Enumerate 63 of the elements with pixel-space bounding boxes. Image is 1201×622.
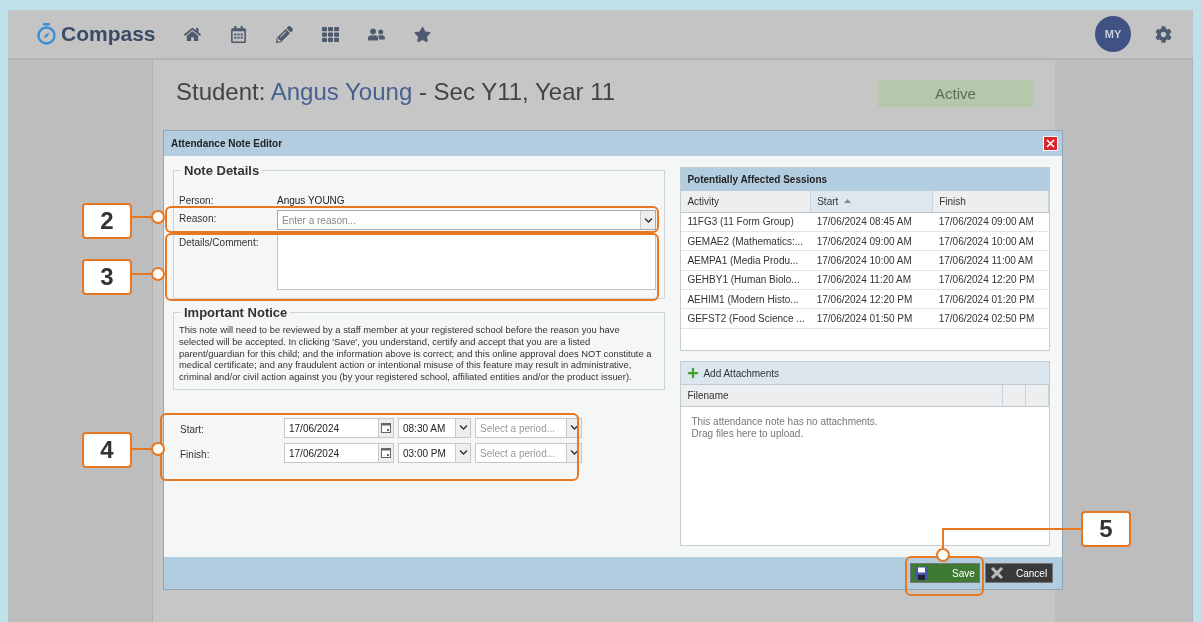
settings-icon[interactable] — [1153, 25, 1173, 43]
table-cell: 17/06/2024 09:00 AM — [932, 212, 1049, 232]
status-badge: Active — [878, 80, 1033, 107]
table-cell: 17/06/2024 11:00 AM — [932, 250, 1049, 271]
column-header[interactable]: Finish — [932, 191, 1049, 212]
column-header[interactable]: Filename — [681, 385, 1003, 406]
caret-icon[interactable] — [455, 444, 470, 462]
field-label: Start: — [180, 423, 205, 435]
notice-text: This note will need to be reviewed by a staff member at your registered school before the reason you have selected will be accepted. In clicking 'Save', you understand, certify and accept that you are a listed parent/guardian for this child; and the information above is correct; and this online approval does NOT constitute a medical certificate; and any fraudulent action or intentional misuse of this feature may result in administrative, criminal and/or civil action against you (by your registered school, affiliated entities and/or the product issuer). — [179, 324, 653, 383]
callout-number: 4 — [82, 432, 132, 468]
table-cell: 17/06/2024 02:50 PM — [932, 308, 1049, 329]
table-cell: GEMAE2 (Mathematics:... — [681, 231, 811, 251]
empty-message: This attendance note has no attachments. Drag files here to upload. — [690, 414, 879, 441]
table-cell: 17/06/2024 01:50 PM — [810, 308, 933, 329]
table-cell: GEHBY1 (Human Biolo... — [681, 270, 811, 290]
save-button[interactable]: Save — [910, 563, 980, 583]
stopwatch-logo-icon — [37, 23, 56, 45]
date-picker-button[interactable] — [378, 444, 393, 462]
table-cell: 17/06/2024 09:00 AM — [810, 231, 933, 251]
field-label: Reason: — [179, 212, 218, 224]
panel-title: Potentially Affected Sessions — [687, 174, 828, 185]
callout-number: 5 — [1081, 511, 1131, 547]
table-cell: GEFST2 (Food Science ... — [681, 308, 811, 329]
column-header[interactable]: Start — [810, 191, 933, 212]
add-attachments-button[interactable]: Add Attachments — [681, 362, 1049, 385]
table-cell: AEMPA1 (Media Produ... — [681, 250, 811, 271]
table-cell: 11FG3 (11 Form Group) — [681, 212, 811, 232]
table-cell: 17/06/2024 08:45 AM — [810, 212, 933, 232]
field-label: Details/Comment: — [179, 236, 260, 248]
callout-number: 3 — [82, 259, 132, 295]
sort-up-icon — [844, 199, 852, 204]
dialog-title: Attendance Note Editor — [171, 138, 283, 149]
field-label: Person: — [179, 194, 215, 206]
time-dropdown[interactable]: 08:30 AM — [398, 418, 471, 438]
calendar-icon — [381, 423, 391, 433]
table-cell: 17/06/2024 12:20 PM — [932, 270, 1049, 290]
compass-logo-text[interactable]: Compass — [61, 22, 156, 46]
cancel-button[interactable]: Cancel — [985, 563, 1053, 583]
calendar-icon — [381, 448, 391, 458]
date-field[interactable]: 17/06/2024 — [284, 443, 394, 463]
table-cell: 17/06/2024 10:00 AM — [932, 231, 1049, 251]
close-button[interactable] — [1043, 136, 1058, 151]
time-dropdown[interactable]: 03:00 PM — [398, 443, 471, 463]
section-heading: Important Notice — [183, 305, 289, 320]
cross-icon — [990, 566, 1004, 580]
field-label: Finish: — [180, 448, 211, 460]
date-picker-button[interactable] — [378, 419, 393, 437]
table-cell: AEHIM1 (Modern Histo... — [681, 289, 811, 309]
person-name: Angus YOUNG — [277, 194, 346, 206]
student-name-link[interactable]: Angus Young — [270, 78, 413, 105]
column-header[interactable]: Activity — [681, 191, 811, 212]
table-cell: 17/06/2024 12:20 PM — [810, 289, 933, 309]
section-heading: Note Details — [183, 163, 261, 178]
table-cell: 17/06/2024 01:20 PM — [932, 289, 1049, 309]
user-avatar[interactable]: MY — [1095, 16, 1131, 52]
page-title: Student: Angus Young - Sec Y11, Year 11 — [176, 78, 616, 106]
caret-icon[interactable] — [640, 211, 656, 229]
table-cell: 17/06/2024 10:00 AM — [810, 250, 933, 271]
plus-icon — [687, 367, 700, 379]
caret-icon[interactable] — [455, 419, 470, 437]
table-cell: 17/06/2024 11:20 AM — [810, 270, 933, 290]
date-field[interactable]: 17/06/2024 — [284, 418, 394, 438]
callout-number: 2 — [82, 203, 132, 239]
